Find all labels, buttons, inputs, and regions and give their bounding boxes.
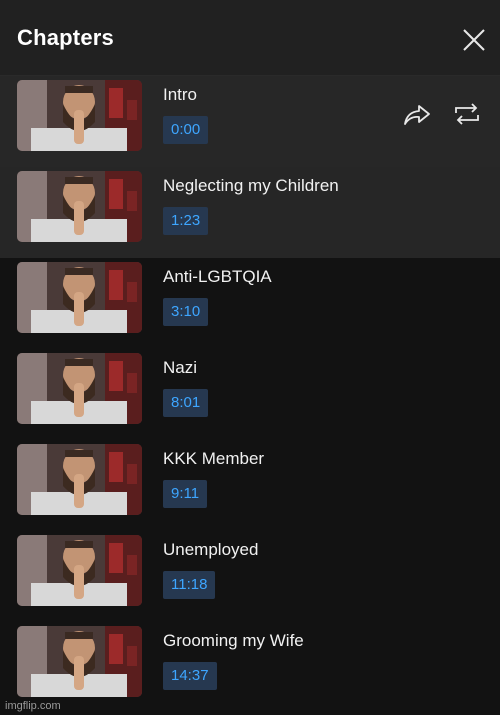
chapter-thumbnail: [17, 444, 142, 515]
chapter-list: Intro 0:00 Neglecting my Children 1:23 A…: [0, 76, 500, 713]
imgflip-watermark: imgflip.com: [5, 700, 61, 712]
chapter-timestamp[interactable]: 9:11: [163, 480, 208, 508]
chapter-title: Nazi: [163, 358, 198, 377]
chapter-title: Intro: [163, 85, 198, 104]
close-button[interactable]: [458, 24, 490, 56]
chapter-timestamp[interactable]: 11:18: [163, 571, 216, 599]
share-icon: [404, 105, 430, 125]
chapter-title: Neglecting my Children: [163, 176, 339, 195]
chapter-timestamp[interactable]: 1:23: [163, 207, 209, 235]
chapter-item[interactable]: Nazi 8:01: [0, 349, 500, 440]
chapter-timestamp[interactable]: 0:00: [163, 116, 209, 144]
chapter-item[interactable]: Intro 0:00: [0, 76, 500, 167]
chapters-panel: Chapters Intro 0:00 Neglecting my Childr…: [0, 0, 500, 715]
chapter-item[interactable]: Grooming my Wife 14:37: [0, 622, 500, 713]
chapter-timestamp[interactable]: 3:10: [163, 298, 209, 326]
chapter-title: Unemployed: [163, 540, 259, 559]
chapter-thumbnail: [17, 535, 142, 606]
chapter-title: KKK Member: [163, 449, 265, 468]
chapter-item[interactable]: KKK Member 9:11: [0, 440, 500, 531]
chapter-thumbnail: [17, 353, 142, 424]
chapter-thumbnail: [17, 626, 142, 697]
share-button[interactable]: [403, 103, 431, 127]
chapter-title: Grooming my Wife: [163, 631, 304, 650]
loop-button[interactable]: [453, 101, 481, 127]
close-icon: [463, 29, 485, 51]
chapter-thumbnail: [17, 171, 142, 242]
chapter-title: Anti-LGBTQIA: [163, 267, 272, 286]
chapter-item[interactable]: Neglecting my Children 1:23: [0, 167, 500, 258]
loop-icon: [455, 103, 479, 125]
chapter-thumbnail: [17, 262, 142, 333]
chapter-thumbnail: [17, 80, 142, 151]
chapter-timestamp[interactable]: 8:01: [163, 389, 209, 417]
chapters-header: Chapters: [0, 0, 500, 76]
chapter-item[interactable]: Anti-LGBTQIA 3:10: [0, 258, 500, 349]
chapter-timestamp[interactable]: 14:37: [163, 662, 217, 690]
chapter-item[interactable]: Unemployed 11:18: [0, 531, 500, 622]
panel-title: Chapters: [17, 25, 114, 50]
